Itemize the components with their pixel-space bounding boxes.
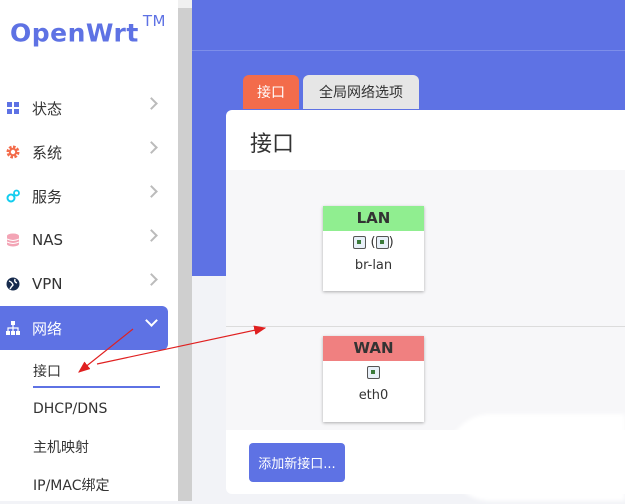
sidebar-item-system[interactable]: 系统: [0, 130, 168, 174]
ethernet-port-icon: [353, 236, 367, 249]
sidebar-item-network[interactable]: 网络: [0, 306, 168, 350]
sidebar-item-vpn[interactable]: VPN: [0, 262, 168, 306]
submenu-item-hostnames[interactable]: 主机映射: [0, 428, 168, 466]
database-icon: [6, 233, 20, 247]
chevron-right-icon: [145, 185, 158, 198]
interface-device: br-lan: [354, 258, 393, 273]
interface-device-icons: [323, 361, 424, 385]
sidebar-menu: 状态 系统 服务 NAS VPN 网络: [0, 86, 168, 350]
page-title: 接口: [250, 132, 295, 157]
scroll-up-icon[interactable]: ˄: [178, 0, 192, 8]
wan-interface-badge[interactable]: WAN eth0: [323, 336, 424, 422]
top-header: [192, 0, 625, 50]
lan-interface-badge[interactable]: LAN () br-lan: [323, 206, 424, 291]
icons-paren-open: (: [370, 235, 376, 250]
interface-name: WAN: [323, 336, 424, 361]
submenu-item-dhcp-dns[interactable]: DHCP/DNS: [0, 390, 168, 428]
network-submenu: 接口 DHCP/DNS 主机映射 IP/MAC绑定: [0, 352, 168, 504]
network-icon: [6, 321, 20, 335]
submenu-item-label: IP/MAC绑定: [33, 478, 110, 494]
openwrt-logo[interactable]: OpenWrt TM: [10, 12, 166, 48]
globe-icon: [6, 277, 20, 291]
logo-tm: TM: [142, 12, 166, 30]
chevron-right-icon: [145, 229, 158, 242]
gear-icon: [6, 145, 20, 159]
chevron-right-icon: [145, 97, 158, 110]
sidebar-item-status[interactable]: 状态: [0, 86, 168, 130]
interface-device: eth0: [358, 388, 389, 403]
chevron-right-icon: [145, 273, 158, 286]
add-interface-button[interactable]: 添加新接口...: [249, 443, 345, 482]
sidebar: OpenWrt TM 状态 系统 服务 NAS VPN 网络 接口 DHCP/D…: [0, 0, 178, 501]
interface-row-lan: [226, 170, 625, 326]
sidebar-item-label: 状态: [32, 99, 63, 118]
highlight-overlay: [447, 414, 625, 501]
dashboard-icon: [6, 101, 20, 115]
sidebar-scrollbar[interactable]: [178, 0, 192, 501]
chevron-right-icon: [145, 141, 158, 154]
icons-paren-close: ): [388, 235, 394, 250]
sidebar-item-label: 网络: [32, 319, 63, 338]
chevron-down-icon: [145, 314, 158, 327]
sidebar-item-label: NAS: [32, 231, 64, 249]
interface-device-icons: (): [323, 231, 424, 255]
logo-text: OpenWrt: [10, 18, 139, 48]
tab-global-network-options[interactable]: 全局网络选项: [303, 75, 419, 109]
tab-label: 全局网络选项: [319, 85, 403, 101]
submenu-item-interfaces[interactable]: 接口: [0, 352, 168, 390]
tab-interfaces[interactable]: 接口: [243, 75, 299, 109]
submenu-item-label: 主机映射: [33, 440, 89, 456]
sidebar-item-label: VPN: [32, 275, 63, 293]
interface-name: LAN: [323, 206, 424, 231]
services-icon: [6, 189, 20, 203]
ethernet-port-icon: [367, 366, 380, 379]
submenu-item-label: 接口: [33, 364, 61, 380]
ethernet-port-icon: [375, 236, 389, 249]
sidebar-item-label: 系统: [32, 143, 63, 162]
sidebar-item-label: 服务: [32, 187, 63, 206]
submenu-item-label: DHCP/DNS: [33, 401, 108, 417]
submenu-item-ip-mac-binding[interactable]: IP/MAC绑定: [0, 466, 168, 504]
sidebar-item-nas[interactable]: NAS: [0, 218, 168, 262]
tab-label: 接口: [257, 85, 285, 101]
sidebar-item-services[interactable]: 服务: [0, 174, 168, 218]
